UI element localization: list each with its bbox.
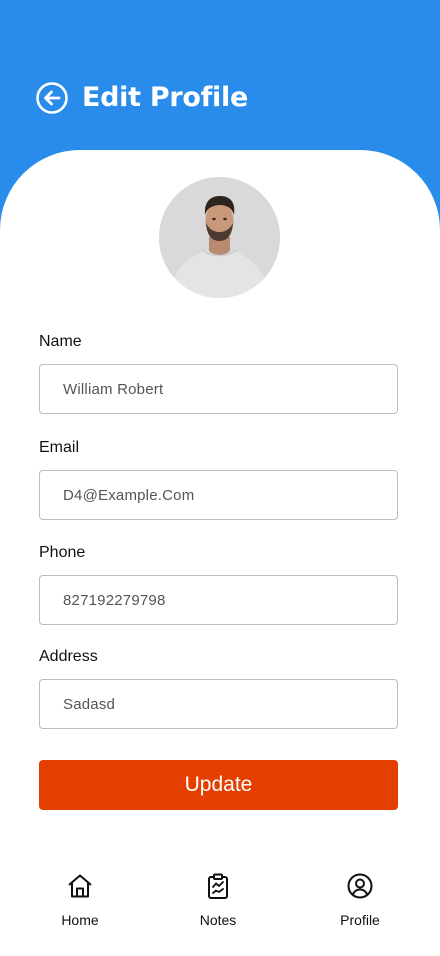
email-field[interactable] bbox=[39, 470, 398, 520]
name-label: Name bbox=[39, 333, 82, 350]
clipboard-chart-icon bbox=[208, 873, 228, 899]
user-photo bbox=[159, 177, 280, 298]
avatar[interactable] bbox=[159, 177, 280, 298]
address-label: Address bbox=[39, 648, 98, 665]
nav-item-notes[interactable]: Notes bbox=[178, 870, 258, 934]
user-circle-icon bbox=[347, 873, 373, 899]
arrow-left-circle-icon bbox=[36, 82, 68, 114]
address-field[interactable] bbox=[39, 679, 398, 729]
nav-item-profile[interactable]: Profile bbox=[320, 870, 400, 934]
home-icon bbox=[68, 874, 92, 898]
nav-label-home: Home bbox=[61, 912, 99, 928]
nav-label-notes: Notes bbox=[199, 912, 237, 928]
page-title: Edit Profile bbox=[82, 82, 248, 113]
phone-label: Phone bbox=[39, 544, 86, 561]
name-field[interactable] bbox=[39, 364, 398, 414]
phone-field[interactable] bbox=[39, 575, 398, 625]
email-label: Email bbox=[39, 439, 80, 456]
back-button[interactable] bbox=[35, 81, 69, 115]
update-button[interactable]: Update bbox=[39, 760, 398, 810]
nav-label-profile: Profile bbox=[340, 912, 380, 928]
nav-item-home[interactable]: Home bbox=[40, 870, 120, 934]
bottom-nav: Home Notes Profile bbox=[0, 870, 440, 956]
